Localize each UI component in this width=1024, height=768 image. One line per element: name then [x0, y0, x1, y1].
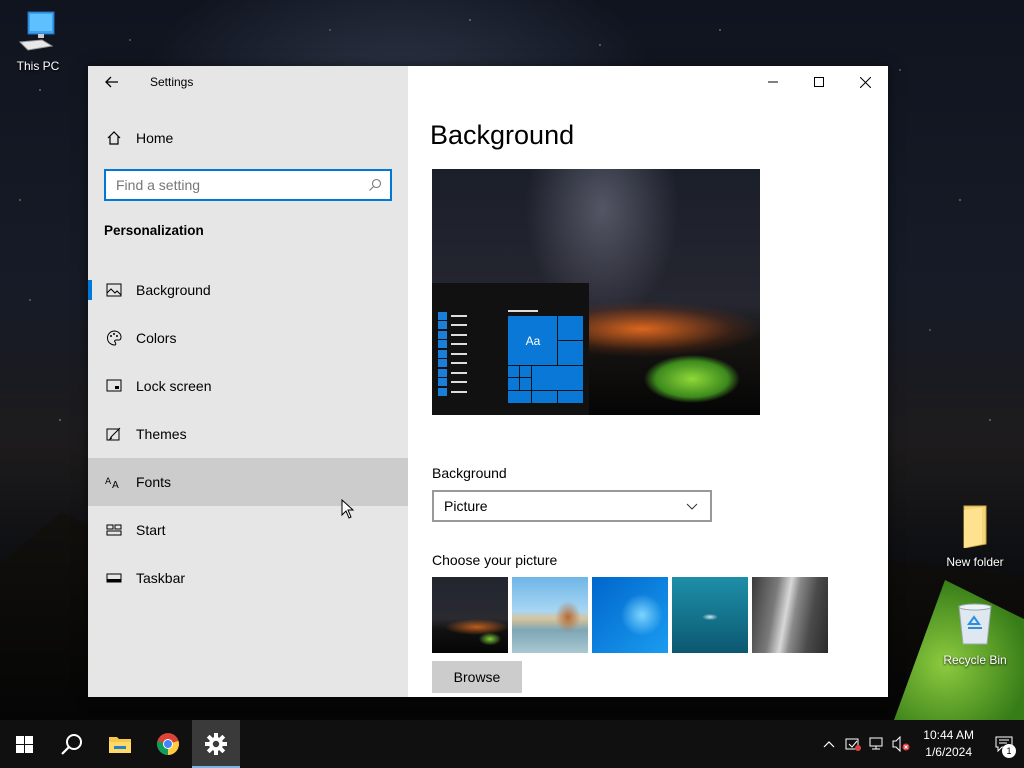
- home-icon: [104, 130, 124, 146]
- maximize-button[interactable]: [796, 66, 842, 98]
- nav-item-label: Lock screen: [136, 378, 212, 394]
- start-icon: [104, 524, 124, 536]
- settings-content-pane: Background Aa Background Picture Choose …: [408, 66, 888, 697]
- windows-logo-icon: [15, 735, 33, 753]
- settings-nav-pane: Settings Home Personalization: [88, 66, 408, 697]
- fonts-icon: A A: [104, 475, 124, 489]
- minimize-button[interactable]: [750, 66, 796, 98]
- browse-button[interactable]: Browse: [432, 661, 522, 693]
- chrome-button[interactable]: [144, 720, 192, 768]
- titlebar: Settings: [88, 66, 408, 98]
- maximize-icon: [814, 77, 824, 87]
- recycle-bin-icon: [937, 602, 1013, 649]
- start-button[interactable]: [0, 720, 48, 768]
- preview-tiles: Aa: [507, 315, 584, 404]
- settings-window: Settings Home Personalization: [88, 66, 888, 697]
- tray-security-button[interactable]: [841, 720, 865, 768]
- nav-item-background[interactable]: Background: [88, 266, 408, 314]
- search-taskbar-button[interactable]: [48, 720, 96, 768]
- background-type-dropdown[interactable]: Picture: [432, 490, 712, 522]
- section-title: Personalization: [104, 223, 204, 238]
- file-explorer-button[interactable]: [96, 720, 144, 768]
- window-controls: [750, 66, 888, 98]
- preview-start-menu: Aa: [432, 283, 589, 415]
- settings-taskbar-button[interactable]: [192, 720, 240, 768]
- clock[interactable]: 10:44 AM 1/6/2024: [913, 727, 984, 761]
- close-button[interactable]: [842, 66, 888, 98]
- chrome-icon: [157, 733, 179, 755]
- nav-item-label: Themes: [136, 426, 187, 442]
- taskbar-icon: [104, 573, 124, 583]
- nav-item-label: Start: [136, 522, 166, 538]
- security-alert-icon: [845, 738, 862, 751]
- desktop-icon-recycle-bin[interactable]: Recycle Bin: [937, 602, 1013, 667]
- choose-picture-label: Choose your picture: [432, 552, 558, 568]
- search-icon[interactable]: [368, 178, 382, 192]
- search-icon: [61, 734, 82, 755]
- background-preview: Aa: [432, 169, 760, 415]
- chevron-up-icon: [823, 740, 835, 747]
- desktop-icon-this-pc[interactable]: This PC: [0, 10, 76, 73]
- folder-icon: [937, 504, 1013, 551]
- picture-thumbnail[interactable]: [592, 577, 668, 653]
- preview-tile-aa: Aa: [507, 315, 559, 367]
- notification-count-badge: 1: [1002, 744, 1016, 758]
- file-explorer-icon: [109, 737, 131, 753]
- search-box[interactable]: [104, 169, 392, 201]
- nav-item-taskbar[interactable]: Taskbar: [88, 554, 408, 602]
- network-icon: [869, 737, 883, 750]
- desktop-icon-label: This PC: [16, 59, 60, 73]
- desktop-icon-label: New folder: [946, 555, 1004, 569]
- computer-icon: [0, 10, 76, 55]
- taskbar: 10:44 AM 1/6/2024 1: [0, 720, 1024, 768]
- nav-item-themes[interactable]: Themes: [88, 410, 408, 458]
- clock-date: 1/6/2024: [925, 745, 972, 759]
- palette-icon: [104, 330, 124, 346]
- nav-list: Background Colors Lock screen Themes A A…: [88, 266, 408, 602]
- tray-network-button[interactable]: [865, 720, 889, 768]
- chevron-down-icon: [686, 503, 698, 510]
- nav-item-label: Fonts: [136, 474, 172, 490]
- show-hidden-icons-button[interactable]: [817, 720, 841, 768]
- dropdown-value: Picture: [444, 498, 488, 514]
- themes-icon: [104, 426, 124, 442]
- desktop-icon-label: Recycle Bin: [943, 653, 1007, 667]
- svg-text:A: A: [112, 480, 119, 489]
- app-title: Settings: [150, 75, 194, 89]
- nav-item-colors[interactable]: Colors: [88, 314, 408, 362]
- picture-thumbnails: [432, 577, 828, 653]
- gear-icon: [205, 733, 227, 755]
- nav-item-label: Background: [136, 282, 211, 298]
- nav-home-label: Home: [136, 130, 174, 146]
- system-tray: 10:44 AM 1/6/2024 1: [817, 720, 1024, 768]
- preview-app-list: [438, 311, 467, 397]
- nav-item-label: Colors: [136, 330, 177, 346]
- search-input[interactable]: [116, 177, 368, 193]
- back-button[interactable]: [88, 66, 136, 98]
- picture-icon: [104, 283, 124, 297]
- svg-text:A: A: [105, 477, 112, 487]
- tray-volume-button[interactable]: [889, 720, 913, 768]
- close-icon: [859, 76, 871, 88]
- desktop-icon-new-folder[interactable]: New folder: [937, 504, 1013, 569]
- nav-item-label: Taskbar: [136, 570, 186, 586]
- volume-muted-icon: [892, 736, 910, 752]
- mouse-cursor-icon: [341, 499, 355, 519]
- minimize-icon: [768, 81, 778, 83]
- background-type-label: Background: [432, 465, 507, 481]
- picture-thumbnail[interactable]: [432, 577, 508, 653]
- action-center-button[interactable]: 1: [984, 720, 1024, 768]
- nav-home[interactable]: Home: [88, 118, 408, 158]
- picture-thumbnail[interactable]: [752, 577, 828, 653]
- back-arrow-icon: [105, 76, 118, 88]
- nav-item-fonts[interactable]: A A Fonts: [88, 458, 408, 506]
- lock-screen-icon: [104, 379, 124, 393]
- nav-item-start[interactable]: Start: [88, 506, 408, 554]
- clock-time: 10:44 AM: [923, 728, 974, 742]
- picture-thumbnail[interactable]: [512, 577, 588, 653]
- picture-thumbnail[interactable]: [672, 577, 748, 653]
- nav-item-lock-screen[interactable]: Lock screen: [88, 362, 408, 410]
- page-title: Background: [430, 120, 575, 150]
